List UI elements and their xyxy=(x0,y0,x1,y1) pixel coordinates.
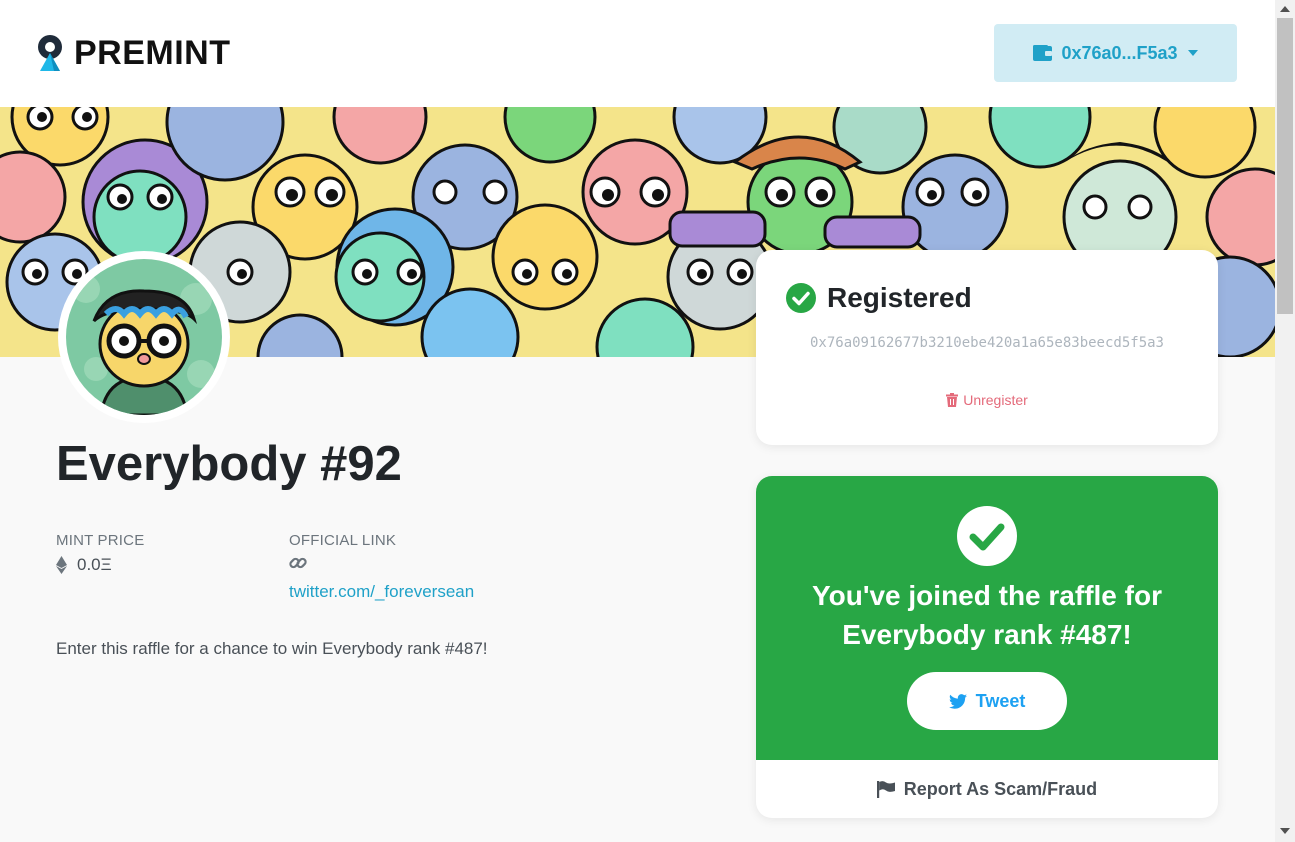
raffle-joined-message: You've joined the raffle for Everybody r… xyxy=(812,580,1162,650)
tweet-button[interactable]: Tweet xyxy=(907,672,1067,730)
mint-price-value: 0.0Ξ xyxy=(77,555,112,574)
project-avatar xyxy=(58,251,230,423)
mint-price-label: MINT PRICE xyxy=(56,532,145,549)
mint-price: 0.0Ξ xyxy=(56,555,112,575)
wallet-icon xyxy=(1033,45,1053,61)
registration-title: Registered xyxy=(827,282,972,313)
report-label: Report As Scam/Fraud xyxy=(903,778,1098,799)
trash-icon xyxy=(946,393,959,407)
wallet-address-label: 0x76a0...F5a3 xyxy=(1061,42,1178,63)
ethereum-icon xyxy=(56,556,67,574)
official-link[interactable]: twitter.com/_foreversean xyxy=(289,582,474,602)
unregister-button[interactable]: Unregister xyxy=(756,392,1218,408)
raffle-success-panel: You've joined the raffle for Everybody r… xyxy=(756,476,1218,760)
check-circle-icon xyxy=(786,283,816,313)
premint-logo-icon xyxy=(38,34,62,71)
unregister-label: Unregister xyxy=(963,392,1028,408)
flag-icon xyxy=(876,780,895,798)
registration-card: Registered 0x76a09162677b3210ebe420a1a65… xyxy=(756,250,1218,445)
report-scam-button[interactable]: Report As Scam/Fraud xyxy=(756,760,1218,818)
scroll-down-arrow-icon[interactable] xyxy=(1280,828,1290,834)
tweet-label: Tweet xyxy=(975,690,1026,711)
registered-wallet-address: 0x76a09162677b3210ebe420a1a65e83beecd5f5… xyxy=(809,335,1164,351)
chevron-down-icon xyxy=(1187,50,1198,56)
page-scrollbar[interactable] xyxy=(1275,0,1295,842)
raffle-description: Enter this raffle for a chance to win Ev… xyxy=(56,639,488,658)
avatar-illustration xyxy=(66,259,222,415)
check-circle-icon xyxy=(957,506,1017,566)
premint-logo[interactable]: PREMINT xyxy=(36,34,231,73)
raffle-status-card: You've joined the raffle for Everybody r… xyxy=(756,476,1218,818)
page-title: Everybody #92 xyxy=(56,437,402,491)
official-link-label: OFFICIAL LINK xyxy=(289,532,397,549)
wallet-dropdown-button[interactable]: 0x76a0...F5a3 xyxy=(994,24,1237,82)
scroll-up-arrow-icon[interactable] xyxy=(1280,6,1290,12)
registration-header: Registered xyxy=(786,282,972,314)
logo-text: PREMINT xyxy=(74,34,231,72)
twitter-icon xyxy=(948,693,967,709)
scrollbar-thumb[interactable] xyxy=(1277,18,1293,314)
link-icon xyxy=(289,557,307,569)
navbar: PREMINT 0x76a0...F5a3 xyxy=(0,0,1275,107)
